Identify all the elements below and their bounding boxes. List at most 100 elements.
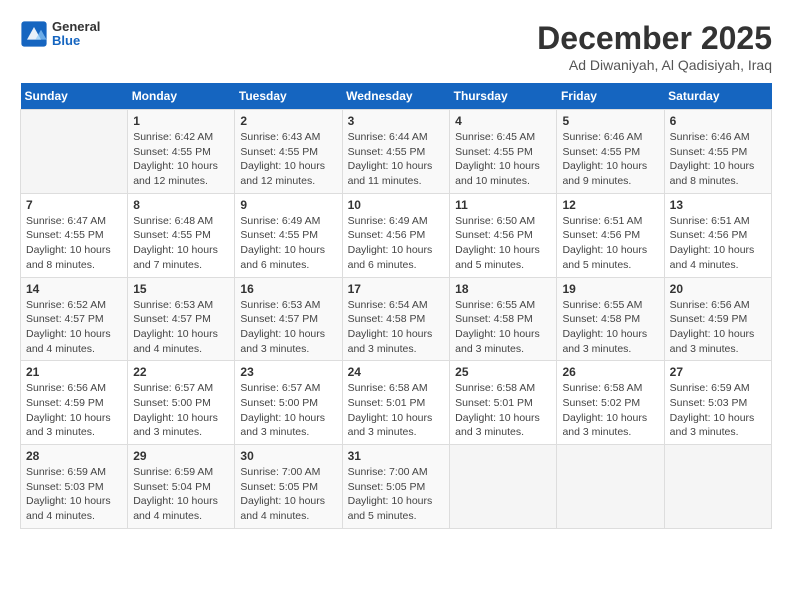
- day-info: Sunrise: 6:49 AM Sunset: 4:55 PM Dayligh…: [240, 214, 336, 273]
- day-number: 19: [562, 282, 658, 296]
- calendar-week-5: 28Sunrise: 6:59 AM Sunset: 5:03 PM Dayli…: [21, 445, 772, 529]
- logo-general: General: [52, 20, 100, 34]
- calendar-cell: 3 Sunrise: 6:44 AM Sunset: 4:55 PM Daylig…: [342, 110, 450, 194]
- day-info: Sunrise: 7:00 AM Sunset: 5:05 PM Dayligh…: [240, 465, 336, 524]
- calendar-cell: 24 Sunrise: 6:58 AM Sunset: 5:01 PM Dayli…: [342, 361, 450, 445]
- calendar-cell: [557, 445, 664, 529]
- day-number: 26: [562, 365, 658, 379]
- logo-text: General Blue: [52, 20, 100, 49]
- day-number: 24: [348, 365, 445, 379]
- day-info: Sunrise: 6:55 AM Sunset: 4:58 PM Dayligh…: [455, 298, 551, 357]
- calendar-cell: 23 Sunrise: 6:57 AM Sunset: 5:00 PM Dayli…: [235, 361, 342, 445]
- calendar-cell: 9Sunrise: 6:49 AM Sunset: 4:55 PM Daylig…: [235, 193, 342, 277]
- calendar-table: SundayMondayTuesdayWednesdayThursdayFrid…: [20, 83, 772, 529]
- calendar-cell: 28Sunrise: 6:59 AM Sunset: 5:03 PM Dayli…: [21, 445, 128, 529]
- day-number: 22: [133, 365, 229, 379]
- calendar-cell: 14 Sunrise: 6:52 AM Sunset: 4:57 PM Dayli…: [21, 277, 128, 361]
- location-title: Ad Diwaniyah, Al Qadisiyah, Iraq: [537, 57, 772, 73]
- calendar-cell: 11 Sunrise: 6:50 AM Sunset: 4:56 PM Dayli…: [450, 193, 557, 277]
- day-info: Sunrise: 6:59 AM Sunset: 5:04 PM Dayligh…: [133, 465, 229, 524]
- day-info: Sunrise: 6:59 AM Sunset: 5:03 PM Dayligh…: [670, 381, 766, 440]
- day-number: 16: [240, 282, 336, 296]
- day-number: 27: [670, 365, 766, 379]
- day-info: Sunrise: 6:50 AM Sunset: 4:56 PM Dayligh…: [455, 214, 551, 273]
- calendar-week-3: 14 Sunrise: 6:52 AM Sunset: 4:57 PM Dayli…: [21, 277, 772, 361]
- weekday-header-monday: Monday: [128, 83, 235, 110]
- day-number: 4: [455, 114, 551, 128]
- calendar-cell: 21 Sunrise: 6:56 AM Sunset: 4:59 PM Dayli…: [21, 361, 128, 445]
- calendar-cell: 7 Sunrise: 6:47 AM Sunset: 4:55 PM Daylig…: [21, 193, 128, 277]
- calendar-cell: 27 Sunrise: 6:59 AM Sunset: 5:03 PM Dayli…: [664, 361, 771, 445]
- day-info: Sunrise: 6:54 AM Sunset: 4:58 PM Dayligh…: [348, 298, 445, 357]
- day-number: 7: [26, 198, 122, 212]
- calendar-cell: 22 Sunrise: 6:57 AM Sunset: 5:00 PM Dayli…: [128, 361, 235, 445]
- calendar-cell: 8 Sunrise: 6:48 AM Sunset: 4:55 PM Daylig…: [128, 193, 235, 277]
- calendar-cell: 29 Sunrise: 6:59 AM Sunset: 5:04 PM Dayli…: [128, 445, 235, 529]
- calendar-cell: 31Sunrise: 7:00 AM Sunset: 5:05 PM Dayli…: [342, 445, 450, 529]
- day-info: Sunrise: 7:00 AM Sunset: 5:05 PM Dayligh…: [348, 465, 445, 524]
- calendar-week-4: 21 Sunrise: 6:56 AM Sunset: 4:59 PM Dayli…: [21, 361, 772, 445]
- day-number: 1: [133, 114, 229, 128]
- day-number: 12: [562, 198, 658, 212]
- calendar-cell: 19 Sunrise: 6:55 AM Sunset: 4:58 PM Dayli…: [557, 277, 664, 361]
- day-number: 2: [240, 114, 336, 128]
- header: General Blue December 2025 Ad Diwaniyah,…: [20, 20, 772, 73]
- day-info: Sunrise: 6:57 AM Sunset: 5:00 PM Dayligh…: [133, 381, 229, 440]
- day-info: Sunrise: 6:47 AM Sunset: 4:55 PM Dayligh…: [26, 214, 122, 273]
- calendar-cell: 6Sunrise: 6:46 AM Sunset: 4:55 PM Daylig…: [664, 110, 771, 194]
- calendar-cell: 20Sunrise: 6:56 AM Sunset: 4:59 PM Dayli…: [664, 277, 771, 361]
- day-info: Sunrise: 6:58 AM Sunset: 5:01 PM Dayligh…: [348, 381, 445, 440]
- calendar-cell: 18Sunrise: 6:55 AM Sunset: 4:58 PM Dayli…: [450, 277, 557, 361]
- day-number: 5: [562, 114, 658, 128]
- logo: General Blue: [20, 20, 100, 49]
- weekday-header-saturday: Saturday: [664, 83, 771, 110]
- calendar-week-2: 7 Sunrise: 6:47 AM Sunset: 4:55 PM Daylig…: [21, 193, 772, 277]
- day-number: 17: [348, 282, 445, 296]
- logo-blue: Blue: [52, 34, 100, 48]
- calendar-cell: 4 Sunrise: 6:45 AM Sunset: 4:55 PM Daylig…: [450, 110, 557, 194]
- day-info: Sunrise: 6:51 AM Sunset: 4:56 PM Dayligh…: [670, 214, 766, 273]
- day-number: 25: [455, 365, 551, 379]
- weekday-header-friday: Friday: [557, 83, 664, 110]
- day-number: 21: [26, 365, 122, 379]
- day-info: Sunrise: 6:58 AM Sunset: 5:02 PM Dayligh…: [562, 381, 658, 440]
- day-info: Sunrise: 6:55 AM Sunset: 4:58 PM Dayligh…: [562, 298, 658, 357]
- day-info: Sunrise: 6:45 AM Sunset: 4:55 PM Dayligh…: [455, 130, 551, 189]
- day-number: 13: [670, 198, 766, 212]
- day-info: Sunrise: 6:56 AM Sunset: 4:59 PM Dayligh…: [26, 381, 122, 440]
- calendar-cell: 2Sunrise: 6:43 AM Sunset: 4:55 PM Daylig…: [235, 110, 342, 194]
- calendar-cell: [450, 445, 557, 529]
- day-info: Sunrise: 6:52 AM Sunset: 4:57 PM Dayligh…: [26, 298, 122, 357]
- day-info: Sunrise: 6:58 AM Sunset: 5:01 PM Dayligh…: [455, 381, 551, 440]
- day-number: 11: [455, 198, 551, 212]
- calendar-cell: 10Sunrise: 6:49 AM Sunset: 4:56 PM Dayli…: [342, 193, 450, 277]
- day-info: Sunrise: 6:57 AM Sunset: 5:00 PM Dayligh…: [240, 381, 336, 440]
- weekday-header-row: SundayMondayTuesdayWednesdayThursdayFrid…: [21, 83, 772, 110]
- calendar-cell: [21, 110, 128, 194]
- calendar-cell: 1 Sunrise: 6:42 AM Sunset: 4:55 PM Daylig…: [128, 110, 235, 194]
- day-info: Sunrise: 6:48 AM Sunset: 4:55 PM Dayligh…: [133, 214, 229, 273]
- day-number: 23: [240, 365, 336, 379]
- day-number: 8: [133, 198, 229, 212]
- day-info: Sunrise: 6:49 AM Sunset: 4:56 PM Dayligh…: [348, 214, 445, 273]
- calendar-body: 1 Sunrise: 6:42 AM Sunset: 4:55 PM Daylig…: [21, 110, 772, 529]
- calendar-cell: 16 Sunrise: 6:53 AM Sunset: 4:57 PM Dayli…: [235, 277, 342, 361]
- day-number: 3: [348, 114, 445, 128]
- day-number: 20: [670, 282, 766, 296]
- day-number: 15: [133, 282, 229, 296]
- day-number: 29: [133, 449, 229, 463]
- day-number: 30: [240, 449, 336, 463]
- day-number: 14: [26, 282, 122, 296]
- month-title: December 2025: [537, 20, 772, 57]
- day-info: Sunrise: 6:51 AM Sunset: 4:56 PM Dayligh…: [562, 214, 658, 273]
- day-info: Sunrise: 6:53 AM Sunset: 4:57 PM Dayligh…: [240, 298, 336, 357]
- calendar-cell: [664, 445, 771, 529]
- day-info: Sunrise: 6:42 AM Sunset: 4:55 PM Dayligh…: [133, 130, 229, 189]
- calendar-cell: 15Sunrise: 6:53 AM Sunset: 4:57 PM Dayli…: [128, 277, 235, 361]
- calendar-cell: 17 Sunrise: 6:54 AM Sunset: 4:58 PM Dayli…: [342, 277, 450, 361]
- title-area: December 2025 Ad Diwaniyah, Al Qadisiyah…: [537, 20, 772, 73]
- calendar-cell: 26 Sunrise: 6:58 AM Sunset: 5:02 PM Dayli…: [557, 361, 664, 445]
- day-number: 28: [26, 449, 122, 463]
- day-info: Sunrise: 6:44 AM Sunset: 4:55 PM Dayligh…: [348, 130, 445, 189]
- calendar-cell: 25 Sunrise: 6:58 AM Sunset: 5:01 PM Dayli…: [450, 361, 557, 445]
